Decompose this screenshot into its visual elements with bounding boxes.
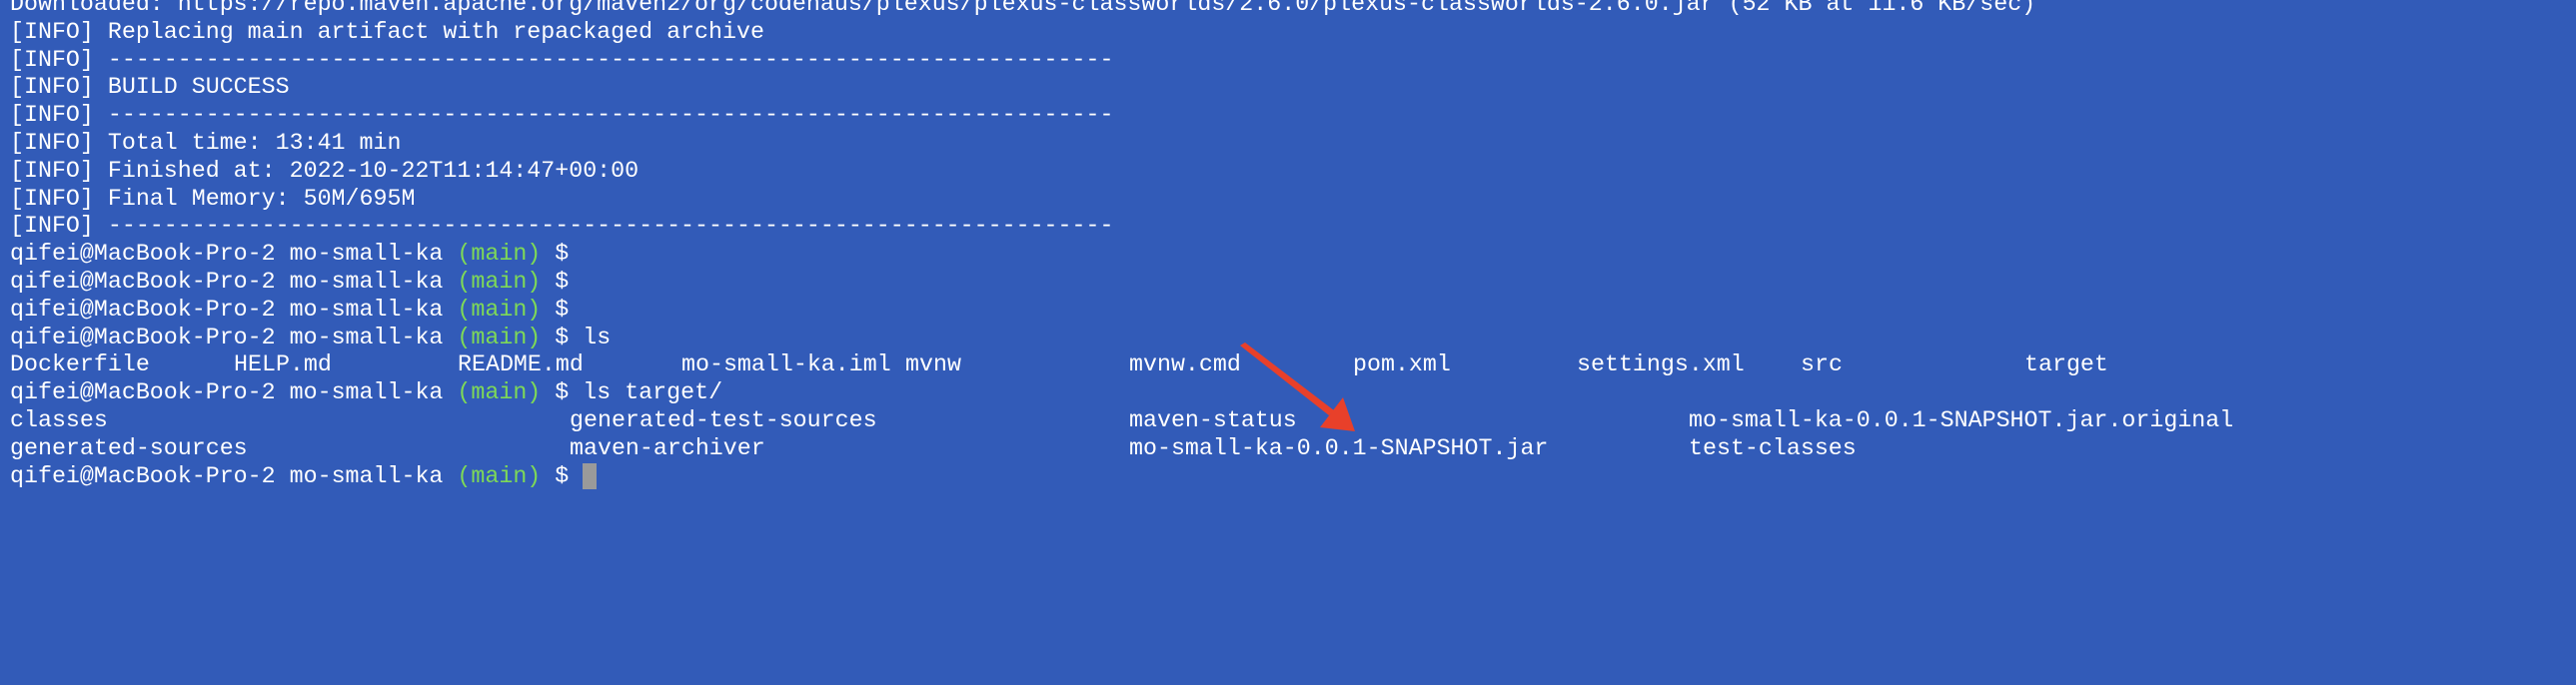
annotation-arrow-head — [1320, 397, 1355, 431]
annotation-arrow-shaft — [1240, 342, 1334, 415]
annotation-arrow-icon — [1240, 342, 1355, 431]
